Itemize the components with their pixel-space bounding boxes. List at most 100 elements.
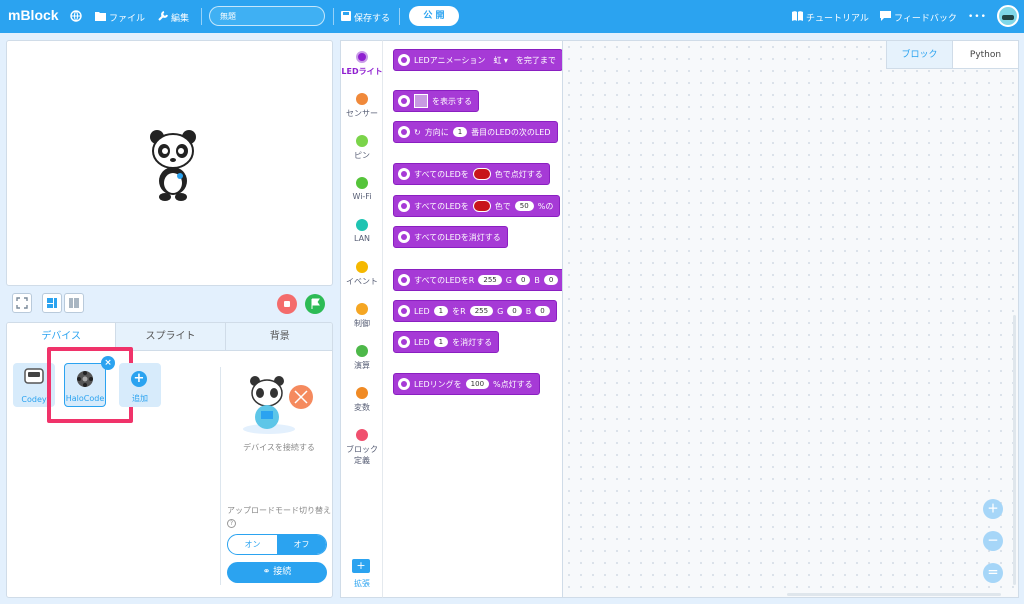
zoom-reset-icon: ＝ [987, 566, 999, 579]
block-categories: LEDライト センサー ピン Wi-Fi LAN イベント 制御 演算 変数 ブ… [340, 40, 383, 598]
connect-button[interactable]: ⚭ 接続 [227, 562, 327, 583]
language-button[interactable] [70, 9, 82, 25]
toggle-on-option[interactable]: オン [228, 535, 277, 554]
folder-icon [95, 11, 106, 24]
horizontal-scrollbar[interactable] [787, 593, 1001, 596]
wifi-category-icon [356, 177, 368, 189]
category-variables[interactable]: 変数 [341, 387, 383, 413]
category-operators[interactable]: 演算 [341, 345, 383, 371]
halocode-icon [398, 168, 410, 180]
block-all-leds-color-brightness[interactable]: すべてのLEDを 色で 50 %の [393, 195, 561, 217]
my-blocks-category-icon [356, 429, 368, 441]
script-workspace[interactable]: ブロック Python ＋ － ＝ [563, 40, 1019, 598]
globe-icon [70, 9, 82, 25]
zoom-reset-button[interactable]: ＝ [983, 563, 1003, 583]
number-input[interactable]: 1 [433, 337, 449, 347]
tutorial-label: チュートリアル [806, 13, 869, 24]
number-input[interactable]: 0 [543, 275, 559, 285]
number-input[interactable]: 100 [465, 379, 490, 389]
extension-button[interactable]: + [352, 559, 370, 573]
number-input[interactable]: 0 [515, 275, 531, 285]
plus-icon: + [131, 371, 147, 387]
tab-backgrounds[interactable]: 背景 [224, 323, 332, 351]
stop-button[interactable] [277, 294, 297, 314]
small-stage-button[interactable] [42, 293, 62, 313]
tab-blocks[interactable]: ブロック [886, 41, 952, 69]
feedback-label: フィードバック [894, 13, 957, 24]
file-menu-label: ファイル [109, 13, 146, 24]
block-led-animation[interactable]: LEDアニメーション 虹 ▾ を完了まで [393, 49, 562, 71]
divider [333, 8, 334, 25]
number-input[interactable]: 255 [478, 275, 502, 285]
panda-sprite[interactable] [147, 129, 199, 204]
block-all-leds-rgb[interactable]: すべてのLEDをR 255 G 0 B 0 [393, 269, 562, 291]
block-all-leds-off[interactable]: すべてのLEDを消灯する [393, 226, 508, 248]
category-wifi[interactable]: Wi-Fi [341, 177, 383, 201]
link-icon: ⚭ [262, 567, 274, 577]
block-led-ring[interactable]: LEDリングを 100 %点灯する [393, 373, 540, 395]
control-category-icon [356, 303, 368, 315]
upload-mode-toggle[interactable]: オン オフ [227, 534, 327, 555]
feedback-button[interactable]: フィードバック [880, 9, 957, 25]
layout-small-icon [47, 298, 57, 308]
stop-icon [284, 301, 290, 307]
file-menu[interactable]: ファイル [95, 9, 145, 25]
events-category-icon [356, 261, 368, 273]
save-button[interactable]: 保存する [341, 9, 390, 25]
block-led-off[interactable]: LED 1 を消灯する [393, 331, 500, 353]
number-input[interactable]: 0 [507, 306, 522, 316]
block-show-image[interactable]: を表示する [393, 90, 479, 112]
zoom-out-button[interactable]: － [983, 531, 1003, 551]
number-input[interactable]: 50 [514, 201, 534, 211]
save-button-label: 保存する [354, 13, 391, 24]
category-my-blocks[interactable]: ブロック定義 [341, 429, 383, 466]
extension-label: 拡張 [354, 579, 370, 588]
zoom-in-button[interactable]: ＋ [983, 499, 1003, 519]
block-rotate-leds[interactable]: ↻ 方向に 1 番目のLEDの次のLED [393, 121, 558, 143]
more-menu-button[interactable]: ••• [968, 9, 987, 25]
category-control[interactable]: 制御 [341, 303, 383, 329]
tutorial-button[interactable]: チュートリアル [792, 9, 869, 25]
operators-category-icon [356, 345, 368, 357]
project-title-input[interactable] [209, 6, 325, 26]
number-input[interactable]: 0 [535, 306, 550, 316]
vertical-scrollbar[interactable] [1013, 315, 1016, 585]
upload-mode-label: アップロードモード切り替え ? [227, 506, 331, 528]
edit-menu[interactable]: 編集 [158, 9, 189, 25]
block-led-rgb[interactable]: LED 1 をR 255 G 0 B 0 [393, 300, 557, 322]
large-stage-button[interactable] [64, 293, 84, 313]
edit-menu-label: 編集 [171, 13, 190, 24]
code-mode-tabs: ブロック Python [886, 41, 1018, 69]
number-input[interactable]: 1 [433, 306, 449, 316]
lan-category-icon [356, 219, 368, 231]
category-lan[interactable]: LAN [341, 219, 383, 243]
book-icon [792, 10, 803, 24]
zoom-out-icon: － [987, 534, 999, 547]
block-all-leds-color[interactable]: すべてのLEDを 色で点灯する [393, 163, 550, 185]
tab-python[interactable]: Python [952, 41, 1018, 69]
green-flag-button[interactable] [305, 294, 325, 314]
category-led[interactable]: LEDライト [341, 51, 383, 77]
remove-device-button[interactable]: × [101, 356, 115, 370]
category-pin[interactable]: ピン [341, 135, 383, 161]
color-picker[interactable] [472, 200, 491, 212]
led-matrix-picker[interactable] [414, 94, 428, 108]
save-icon [341, 10, 351, 24]
add-device-button[interactable]: + 追加 [119, 363, 161, 407]
category-events[interactable]: イベント [341, 261, 383, 287]
zoom-in-icon: ＋ [987, 502, 999, 515]
color-picker[interactable] [472, 168, 491, 180]
halocode-icon [398, 305, 410, 317]
rotate-icon: ↻ [414, 127, 421, 137]
category-sensor[interactable]: センサー [341, 93, 383, 119]
toggle-off-option[interactable]: オフ [277, 535, 326, 554]
help-icon[interactable]: ? [227, 519, 236, 528]
number-input[interactable]: 1 [452, 127, 468, 137]
fullscreen-button[interactable] [12, 293, 32, 313]
avatar[interactable] [997, 5, 1019, 27]
stage[interactable] [6, 40, 333, 286]
publish-button[interactable]: 公 開 [409, 6, 459, 26]
number-input[interactable]: 255 [469, 306, 494, 316]
halocode-icon [398, 378, 410, 390]
sensor-category-icon [356, 93, 368, 105]
